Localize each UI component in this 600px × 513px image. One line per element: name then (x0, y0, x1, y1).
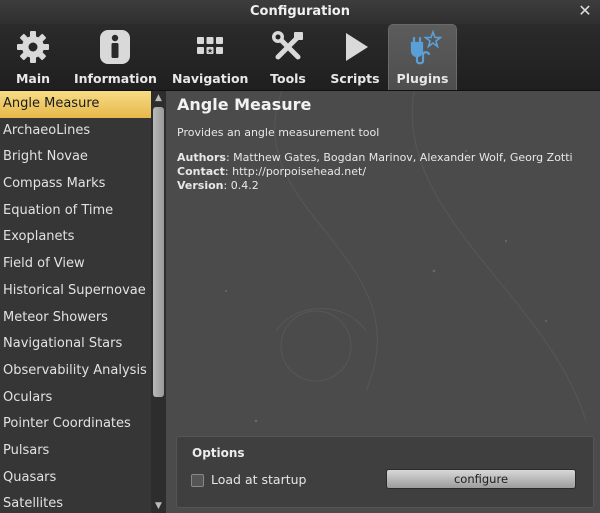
version-value: : 0.4.2 (223, 179, 259, 192)
plugin-list-item[interactable]: ArchaeoLines (0, 118, 151, 145)
options-title: Options (192, 446, 245, 460)
tab-tools[interactable]: Tools (262, 24, 314, 90)
authors-label: Authors (177, 151, 226, 164)
configuration-window: Configuration ✕ Main Information ★ Navig… (0, 0, 600, 513)
version-label: Version (177, 179, 224, 192)
plugin-list-item[interactable]: Angle Measure (0, 91, 151, 118)
contact-label: Contact (177, 165, 225, 178)
plug-star-icon (410, 29, 442, 65)
plugin-list-item[interactable]: Pointer Coordinates (0, 411, 151, 438)
close-icon[interactable]: ✕ (576, 2, 594, 20)
keyboard-icon: ★ (197, 37, 223, 55)
tab-information-label: Information (74, 71, 157, 86)
plugin-list-item[interactable]: Satellites (0, 491, 151, 513)
plugin-list-item[interactable]: Exoplanets (0, 224, 151, 251)
tab-navigation-label: Navigation (172, 71, 249, 86)
plugin-list-item[interactable]: Compass Marks (0, 171, 151, 198)
load-at-startup-label[interactable]: Load at startup (211, 472, 306, 487)
scrollbar-thumb[interactable] (153, 107, 164, 397)
plugin-meta: Authors: Matthew Gates, Bogdan Marinov, … (177, 151, 573, 193)
tab-plugins-label: Plugins (396, 71, 449, 86)
tab-scripts-label: Scripts (330, 71, 380, 86)
authors-row: Authors: Matthew Gates, Bogdan Marinov, … (177, 151, 573, 165)
plugin-title: Angle Measure (177, 95, 312, 114)
plugin-list-pane: Angle Measure ArchaeoLines Bright Novae Com… (0, 91, 166, 513)
plugin-list[interactable]: Angle Measure ArchaeoLines Bright Novae Com… (0, 91, 151, 513)
plugin-list-item[interactable]: Navigational Stars (0, 331, 151, 358)
plugin-list-item[interactable]: Observability Analysis (0, 358, 151, 385)
info-icon (100, 30, 130, 64)
tab-toolbar: Main Information ★ Navigation Tools Scri… (0, 24, 600, 91)
plugin-list-item[interactable]: Meteor Showers (0, 305, 151, 332)
plugin-list-item[interactable]: Equation of Time (0, 198, 151, 225)
plugin-list-item[interactable]: Oculars (0, 385, 151, 412)
authors-value: : Matthew Gates, Bogdan Marinov, Alexand… (225, 151, 573, 164)
options-group: Options Load at startup configure (176, 436, 594, 508)
gear-icon (17, 31, 49, 63)
tab-scripts[interactable]: Scripts (328, 24, 382, 90)
window-title: Configuration (250, 4, 350, 19)
tab-plugins[interactable]: Plugins (388, 24, 457, 90)
tab-main[interactable]: Main (6, 24, 60, 90)
scroll-up-arrow-icon[interactable]: ▲ (151, 91, 166, 105)
play-icon (346, 33, 368, 61)
tab-information[interactable]: Information (74, 24, 157, 90)
title-bar[interactable]: Configuration ✕ (0, 0, 600, 25)
contact-value: : http://porpoisehead.net/ (224, 165, 367, 178)
tab-navigation[interactable]: ★ Navigation (172, 24, 248, 90)
load-at-startup-checkbox[interactable] (191, 474, 204, 487)
plugin-list-item[interactable]: Historical Supernovae (0, 278, 151, 305)
tools-icon (272, 31, 303, 60)
tab-main-label: Main (15, 71, 51, 86)
version-row: Version: 0.4.2 (177, 179, 573, 193)
plugin-list-item[interactable]: Quasars (0, 465, 151, 492)
plugin-list-scrollbar[interactable]: ▲ ▼ (151, 91, 166, 513)
plugin-list-item[interactable]: Pulsars (0, 438, 151, 465)
svg-text:★: ★ (207, 47, 213, 55)
contact-row: Contact: http://porpoisehead.net/ (177, 165, 573, 179)
tab-tools-label: Tools (270, 71, 306, 86)
configure-button[interactable]: configure (386, 469, 576, 489)
plugin-description: Provides an angle measurement tool (177, 126, 380, 139)
scroll-down-arrow-icon[interactable]: ▼ (151, 499, 166, 513)
plugin-details: Angle Measure Provides an angle measurem… (166, 91, 600, 513)
plugin-list-item[interactable]: Bright Novae (0, 144, 151, 171)
plugin-list-item[interactable]: Field of View (0, 251, 151, 278)
